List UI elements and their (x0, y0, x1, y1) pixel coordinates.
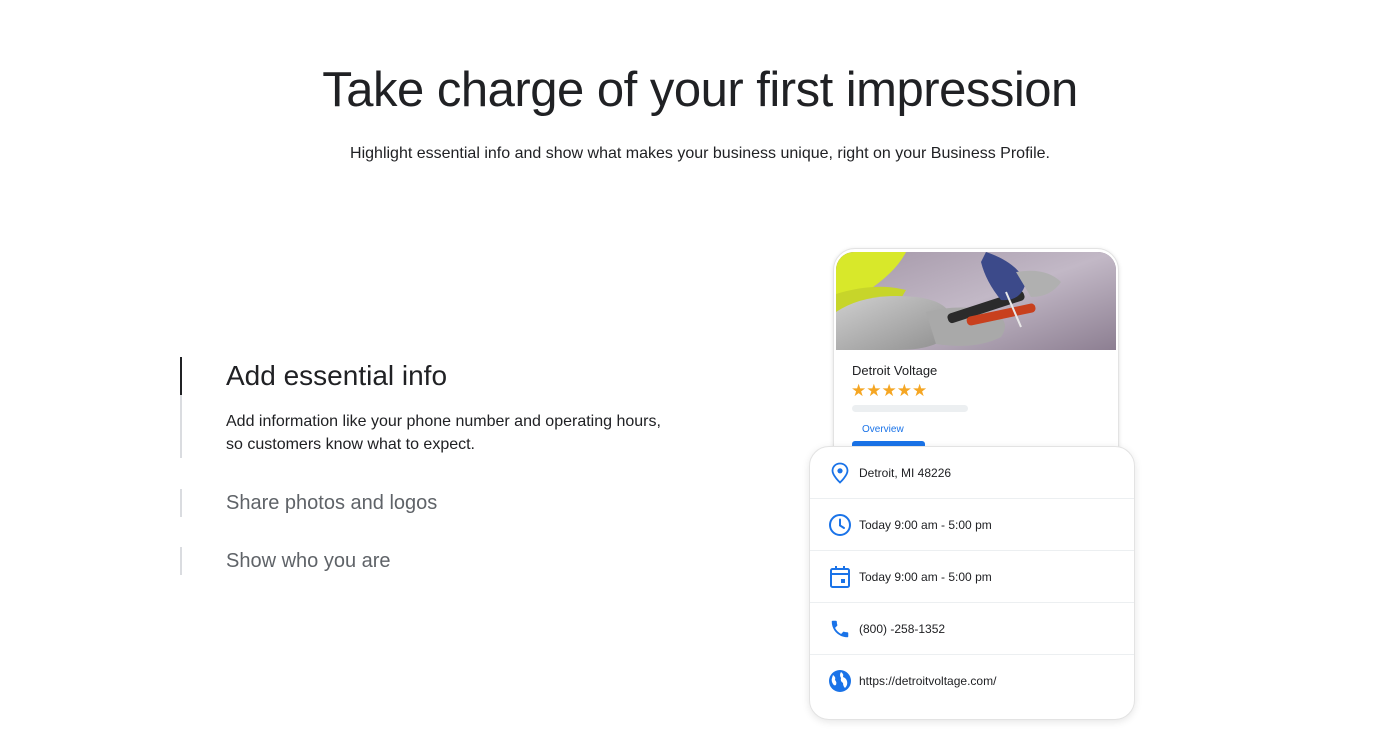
business-photo (836, 252, 1116, 350)
page-subtitle: Highlight essential info and show what m… (350, 145, 1050, 162)
accordion-track (180, 489, 182, 517)
business-info-panel: Detroit, MI 48226 Today 9:00 am - 5:00 p… (809, 446, 1135, 720)
accordion-item-description: Add information like your phone number a… (226, 413, 661, 453)
accordion-item-show-who-you-are[interactable]: Show who you are (180, 547, 700, 575)
info-row-phone: (800) -258-1352 (810, 603, 1134, 655)
schedule-text: Today 9:00 am - 5:00 pm (859, 569, 992, 584)
electrician-photo-illustration (836, 252, 1116, 350)
accordion-item-title: Share photos and logos (226, 492, 438, 514)
page-title: Take charge of your first impression (322, 63, 1078, 117)
page: Take charge of your first impression Hig… (0, 0, 1400, 741)
placeholder-bar (852, 405, 968, 412)
phone-text[interactable]: (800) -258-1352 (859, 622, 945, 636)
info-row-address: Detroit, MI 48226 (810, 447, 1134, 499)
calendar-icon (828, 565, 852, 589)
address-text: Detroit, MI 48226 (859, 465, 952, 480)
info-row-hours: Today 9:00 am - 5:00 pm (810, 499, 1134, 551)
info-row-schedule: Today 9:00 am - 5:00 pm (810, 551, 1134, 603)
accordion-item-essential-info[interactable]: Add essential info Add information like … (180, 357, 700, 458)
business-profile-card: Detroit Voltage ★★★★★ Overview (833, 248, 1119, 470)
tab-overview[interactable]: Overview (862, 424, 904, 435)
accordion-track (180, 547, 182, 575)
clock-icon (828, 513, 852, 537)
location-pin-icon (828, 461, 852, 485)
accordion-item-title: Add essential info (226, 360, 448, 391)
business-name: Detroit Voltage (852, 363, 938, 378)
accordion-item-title: Show who you are (226, 550, 391, 572)
website-link[interactable]: https://detroitvoltage.com/ (859, 674, 996, 688)
accordion-item-photos-logos[interactable]: Share photos and logos (180, 489, 700, 517)
rating-stars: ★★★★★ (851, 381, 928, 400)
accordion-active-indicator (180, 357, 182, 395)
phone-icon (828, 617, 852, 641)
feature-accordion: Add essential info Add information like … (180, 357, 700, 575)
hours-text: Today 9:00 am - 5:00 pm (859, 517, 992, 532)
globe-icon (828, 669, 852, 693)
info-row-website: https://detroitvoltage.com/ (810, 655, 1134, 706)
